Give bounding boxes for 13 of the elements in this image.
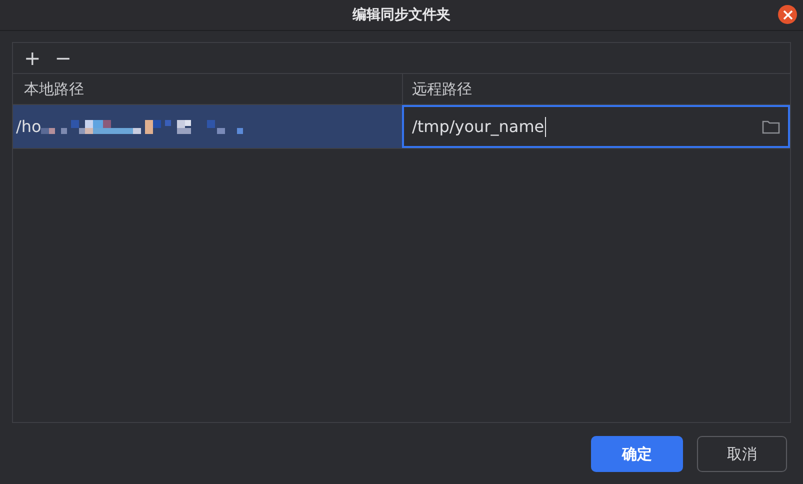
column-header[interactable]: 远程路径 — [402, 74, 790, 104]
table-cell[interactable]: /ho — [13, 105, 402, 148]
remove-button[interactable]: − — [50, 48, 77, 68]
close-icon — [782, 10, 792, 20]
ok-button[interactable]: 确定 — [591, 436, 683, 472]
add-button[interactable]: + — [19, 48, 46, 68]
folder-icon[interactable] — [762, 119, 780, 134]
column-header[interactable]: 本地路径 — [13, 74, 402, 104]
window-title: 编辑同步文件夹 — [352, 6, 450, 24]
close-button[interactable] — [778, 5, 797, 24]
cancel-button[interactable]: 取消 — [697, 436, 787, 472]
input-field[interactable]: /tmp/your_name — [402, 105, 790, 148]
cell-text: /ho — [16, 117, 42, 136]
